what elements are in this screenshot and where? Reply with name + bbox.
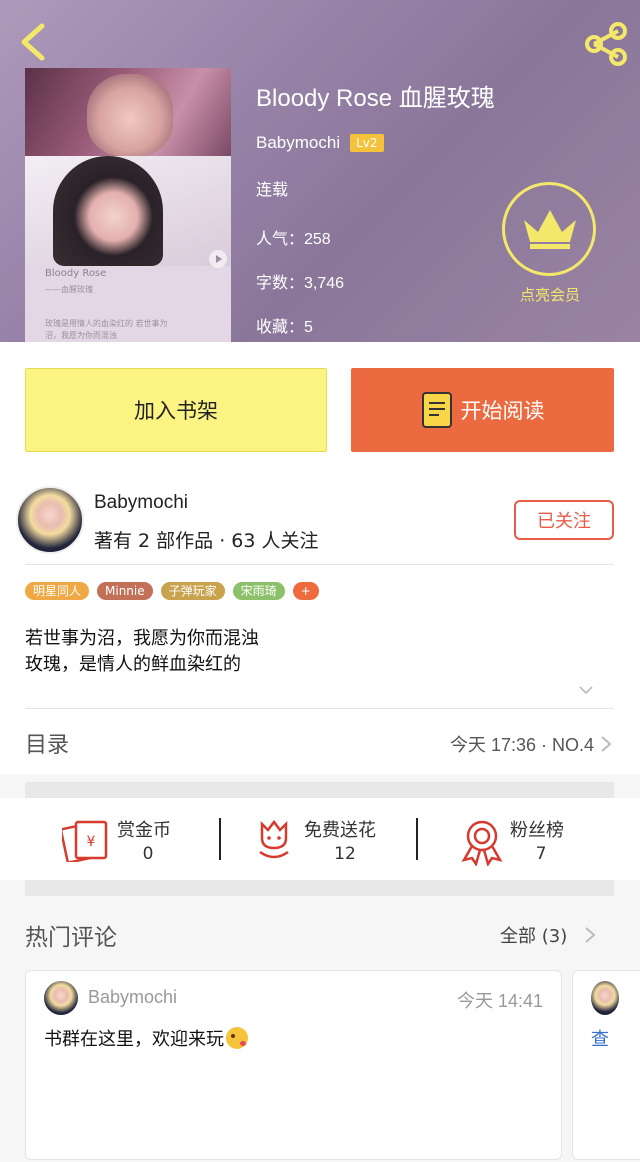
send-flower-label: 免费送花: [304, 820, 376, 841]
cover-title: Bloody Rose: [45, 268, 107, 279]
cover-subtitle: ——血腥玫瑰: [45, 285, 93, 294]
comment-time: 今天 14:41: [456, 991, 543, 1011]
description-line: 若世事为沼，我愿为你而混浊: [25, 628, 259, 649]
latest-chapter: 今天 17:36 · NO.4: [449, 735, 594, 755]
reward-coins-value: 0: [142, 844, 154, 864]
cover-photo-top: [25, 68, 231, 156]
divider: [25, 564, 614, 565]
red-envelope-icon: ¥: [62, 820, 108, 862]
flower-icon: [259, 819, 289, 859]
author-name[interactable]: Babymochi: [256, 133, 340, 153]
book-cover[interactable]: Bloody Rose ——血腥玫瑰 玫瑰是用情人的血染红的 若世事为沼，我愿为…: [25, 68, 231, 342]
book-header: Bloody Rose ——血腥玫瑰 玫瑰是用情人的血染红的 若世事为沼，我愿为…: [0, 0, 640, 342]
share-icon: [585, 22, 627, 66]
hot-comments-title: 热门评论: [25, 925, 117, 951]
followed-label: 已关注: [537, 511, 591, 532]
add-to-shelf-button[interactable]: 加入书架: [25, 368, 327, 452]
support-stats: ¥ 赏金币 0 免费送花 12 粉丝榜 7: [0, 798, 640, 880]
kiss-emoji-icon: [226, 1027, 248, 1049]
reward-coins-label: 赏金币: [117, 820, 171, 841]
vip-membership-button[interactable]: 点亮会员: [500, 180, 600, 304]
chevron-down-icon[interactable]: [578, 682, 594, 698]
cover-photo-bottom: [25, 156, 231, 266]
catalog-label: 目录: [25, 733, 70, 758]
comment-text: 查: [591, 1029, 609, 1050]
chevron-left-icon: [21, 23, 45, 61]
comment-card[interactable]: 查: [572, 970, 640, 1160]
svg-text:¥: ¥: [87, 834, 96, 850]
fan-ranking-label: 粉丝榜: [510, 820, 564, 841]
more-tags-button[interactable]: +: [292, 582, 319, 600]
book-icon: [421, 392, 452, 428]
catalog-row[interactable]: 目录 今天 17:36 · NO.4: [25, 708, 614, 774]
start-reading-label: 开始阅读: [460, 399, 545, 423]
tag-item[interactable]: 子弹玩家: [160, 582, 225, 600]
send-flower-value: 12: [334, 844, 356, 864]
tag-item[interactable]: Minnie: [97, 582, 153, 600]
description-line: 玫瑰，是情人的鲜血染红的: [25, 654, 241, 675]
ribbon-medal-icon: [461, 820, 503, 866]
book-description: 若世事为沼，我愿为你而混浊 玫瑰，是情人的鲜血染红的: [25, 626, 259, 678]
add-to-shelf-label: 加入书架: [134, 399, 218, 423]
commenter-name[interactable]: Babymochi: [88, 987, 177, 1008]
comment-text: 书群在这里，欢迎来玩: [44, 1025, 248, 1051]
followed-button[interactable]: 已关注: [514, 500, 614, 540]
reward-coins-button[interactable]: ¥ 赏金币 0: [62, 810, 192, 866]
back-button[interactable]: [14, 20, 54, 64]
comment-card[interactable]: Babymochi 今天 14:41 书群在这里，欢迎来玩: [25, 970, 562, 1160]
play-icon: [209, 250, 227, 268]
level-badge: Lv2: [350, 134, 384, 152]
fan-ranking-button[interactable]: 粉丝榜 7: [460, 810, 590, 866]
tag-item[interactable]: 宋雨琦: [232, 582, 285, 600]
favorite-count: 收藏：5: [256, 319, 313, 336]
fan-ranking-value: 7: [535, 844, 547, 864]
section-gap: [25, 782, 614, 798]
commenter-avatar[interactable]: [44, 981, 78, 1015]
commenter-avatar[interactable]: [591, 981, 619, 1015]
send-flower-button[interactable]: 免费送花 12: [254, 810, 394, 866]
author-profile-name[interactable]: Babymochi: [94, 492, 188, 514]
action-bar: 加入书架 开始阅读: [0, 342, 640, 472]
author-line: Babymochi Lv2: [256, 133, 384, 153]
serial-status: 连载: [256, 182, 289, 199]
chevron-right-icon: [601, 736, 612, 752]
section-gap: [25, 880, 614, 896]
chevron-right-icon[interactable]: [584, 926, 596, 944]
word-count: 字数：3,746: [256, 275, 345, 292]
tag-item[interactable]: 明星同人: [25, 582, 90, 600]
book-title: Bloody Rose 血腥玫瑰: [256, 85, 495, 112]
author-stats: 著有 2 部作品 · 63 人关注: [94, 530, 319, 552]
cover-blurb: 玫瑰是用情人的血染红的 若世事为沼，我愿为你而混浊: [45, 319, 168, 340]
popularity-count: 人气：258: [256, 231, 331, 248]
vip-label: 点亮会员: [519, 286, 580, 304]
crown-icon: [524, 210, 576, 249]
author-avatar[interactable]: [16, 486, 84, 554]
all-comments-link[interactable]: 全部 (3): [500, 922, 567, 948]
start-reading-button[interactable]: 开始阅读: [351, 368, 614, 452]
share-button[interactable]: [582, 22, 630, 66]
author-section: Babymochi 著有 2 部作品 · 63 人关注 已关注 明星同人 Min…: [0, 472, 640, 774]
hot-comments-section: 热门评论 全部 (3) Babymochi 今天 14:41 书群在这里，欢迎来…: [0, 896, 640, 1162]
tag-list: 明星同人 Minnie 子弹玩家 宋雨琦 +: [25, 582, 319, 600]
